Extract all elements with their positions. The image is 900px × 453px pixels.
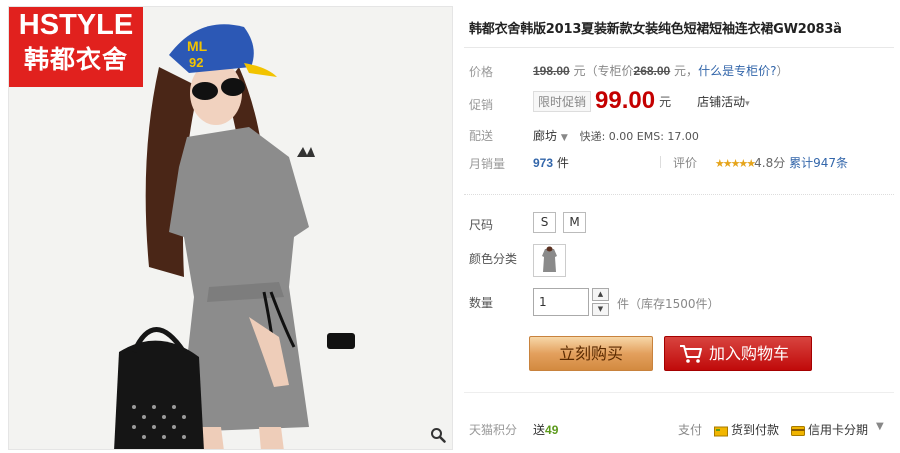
cod-label: 货到付款 [731,423,780,437]
cod-icon [714,426,728,436]
installment-label: 信用卡分期 [808,423,869,437]
points-value: 49 [545,423,559,437]
ship-from-dropdown[interactable]: 廊坊 ▼ [533,129,568,143]
buy-now-button[interactable]: 立刻购买 [529,336,653,371]
vertical-divider [660,156,661,168]
section-divider [464,194,894,195]
sales-unit: 件 [556,156,569,170]
promo-unit: 元 [659,94,672,109]
shop-activity-dropdown[interactable]: 店铺活动▾ [697,95,750,109]
add-to-cart-label: 加入购物车 [709,344,790,363]
counter-price: 268.00 [633,64,671,78]
price-unit-close: 元， [670,64,699,78]
star-icon: ★★★★★ [714,157,756,170]
color-swatch-gray[interactable] [533,244,566,277]
express-fee: 快递: 0.00 EMS: 17.00 [579,130,699,143]
zoom-icon[interactable] [430,427,446,443]
price-unit-open: 元（专柜价 [569,64,634,78]
add-to-cart-button[interactable]: 加入购物车 [664,336,812,371]
size-option-s[interactable]: S [533,212,556,233]
points-row: 送49 [533,421,558,438]
sales-count: 973 [533,156,554,170]
rating-label: 评价 [673,156,698,170]
points-label: 天猫积分 [469,423,518,437]
review-count-link[interactable]: 累计947条 [789,156,848,170]
arrow-up-icon[interactable]: ▲ [592,288,609,301]
counter-price-link[interactable]: 什么是专柜价? [698,64,776,78]
brand-logo: HSTYLE 韩都衣舍 [9,7,143,87]
installment-option[interactable]: 信用卡分期 [791,421,868,438]
quantity-label: 数量 [469,296,494,310]
promo-row: 限时促销 99.00 元 店铺活动▾ [533,87,750,115]
shop-activity-label: 店铺活动 [697,94,746,109]
ship-from-label: 廊坊 [533,129,558,143]
original-price: 198.00 [533,64,570,78]
cod-option[interactable]: 货到付款 [714,421,779,438]
points-prefix: 送 [533,423,546,437]
price-label: 价格 [469,65,494,79]
title-divider [464,47,894,48]
promo-label: 促销 [469,98,494,112]
rating-row: 评价 ★★★★★4.8分 累计947条 [673,154,848,171]
arrow-down-icon[interactable]: ▼ [592,303,609,316]
card-icon [791,425,805,436]
dress-thumbnail-icon [542,246,557,272]
sales-label: 月销量 [469,157,506,171]
product-image[interactable]: ML 92 HSTYLE 韩都衣舍 [8,6,453,450]
logo-line-2: 韩都衣舍 [23,45,128,74]
color-label: 颜色分类 [469,252,518,266]
cart-icon [680,345,702,363]
sales-row: 973 件 [533,154,569,171]
chevron-down-icon[interactable]: ▼ [876,421,884,432]
stock-info: 件（库存1500件） [617,297,720,311]
quantity-input[interactable] [533,288,589,316]
svg-text:ML: ML [187,38,208,54]
rating-score: 4.8分 [754,156,786,170]
svg-text:92: 92 [189,55,203,70]
payment-label: 支付 [678,423,703,437]
product-title: 韩都衣舍韩版2013夏装新款女装纯色短裙短袖连衣裙GW2083ȁ [469,22,842,37]
shipping-row: 廊坊 ▼ 快递: 0.00 EMS: 17.00 [533,127,699,144]
paren-close: ） [776,64,789,78]
price-row: 198.00 元（专柜价268.00 元，什么是专柜价?） [533,62,788,79]
chevron-down-icon: ▾ [745,98,750,109]
promo-price: 99.00 [595,87,656,114]
size-label: 尺码 [469,218,494,232]
size-option-m[interactable]: M [563,212,586,233]
promo-tag: 限时促销 [533,90,592,112]
logo-line-1: HSTYLE [18,9,134,41]
shipping-label: 配送 [469,129,494,143]
footer-divider [464,392,894,393]
chevron-down-icon: ▼ [560,133,568,143]
